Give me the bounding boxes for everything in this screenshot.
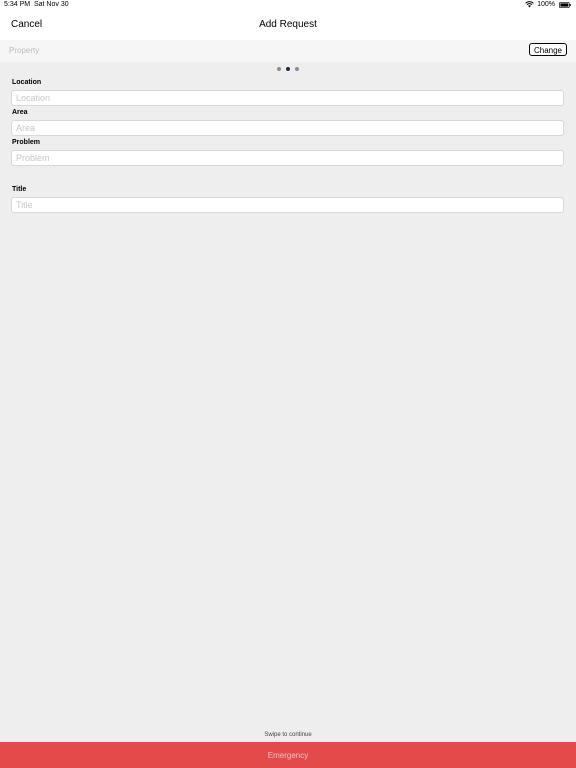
- area-label: Area: [12, 109, 28, 116]
- battery-percent: 100%: [537, 1, 555, 8]
- title-input[interactable]: [11, 197, 564, 213]
- page-indicator[interactable]: [0, 67, 576, 71]
- area-input[interactable]: [11, 120, 564, 136]
- change-property-button[interactable]: Change: [528, 43, 567, 56]
- page-dot[interactable]: [295, 67, 299, 71]
- page-dot[interactable]: [277, 67, 281, 71]
- title-label: Title: [12, 186, 27, 193]
- property-label: Property: [9, 46, 40, 55]
- location-input[interactable]: [11, 90, 564, 106]
- page-dot-active[interactable]: [286, 67, 290, 71]
- page-title: Add Request: [259, 19, 317, 30]
- property-row: Property Change: [0, 40, 576, 62]
- navigation-bar: Cancel Add Request: [0, 12, 576, 40]
- battery-icon: [559, 1, 571, 8]
- wifi-icon: [525, 1, 534, 8]
- status-time: 5:34 PM Sat Nov 30: [4, 1, 69, 8]
- problem-label: Problem: [12, 139, 41, 146]
- problem-input[interactable]: [11, 150, 564, 166]
- emergency-button[interactable]: Emergency: [0, 742, 576, 768]
- location-label: Location: [12, 79, 42, 86]
- status-clock: 5:34 PM: [4, 1, 31, 8]
- status-indicators: 100%: [525, 1, 572, 8]
- status-bar: 5:34 PM Sat Nov 30 100%: [0, 0, 576, 12]
- status-date: Sat Nov 30: [33, 1, 69, 8]
- swipe-hint: Swipe to continue: [264, 732, 312, 738]
